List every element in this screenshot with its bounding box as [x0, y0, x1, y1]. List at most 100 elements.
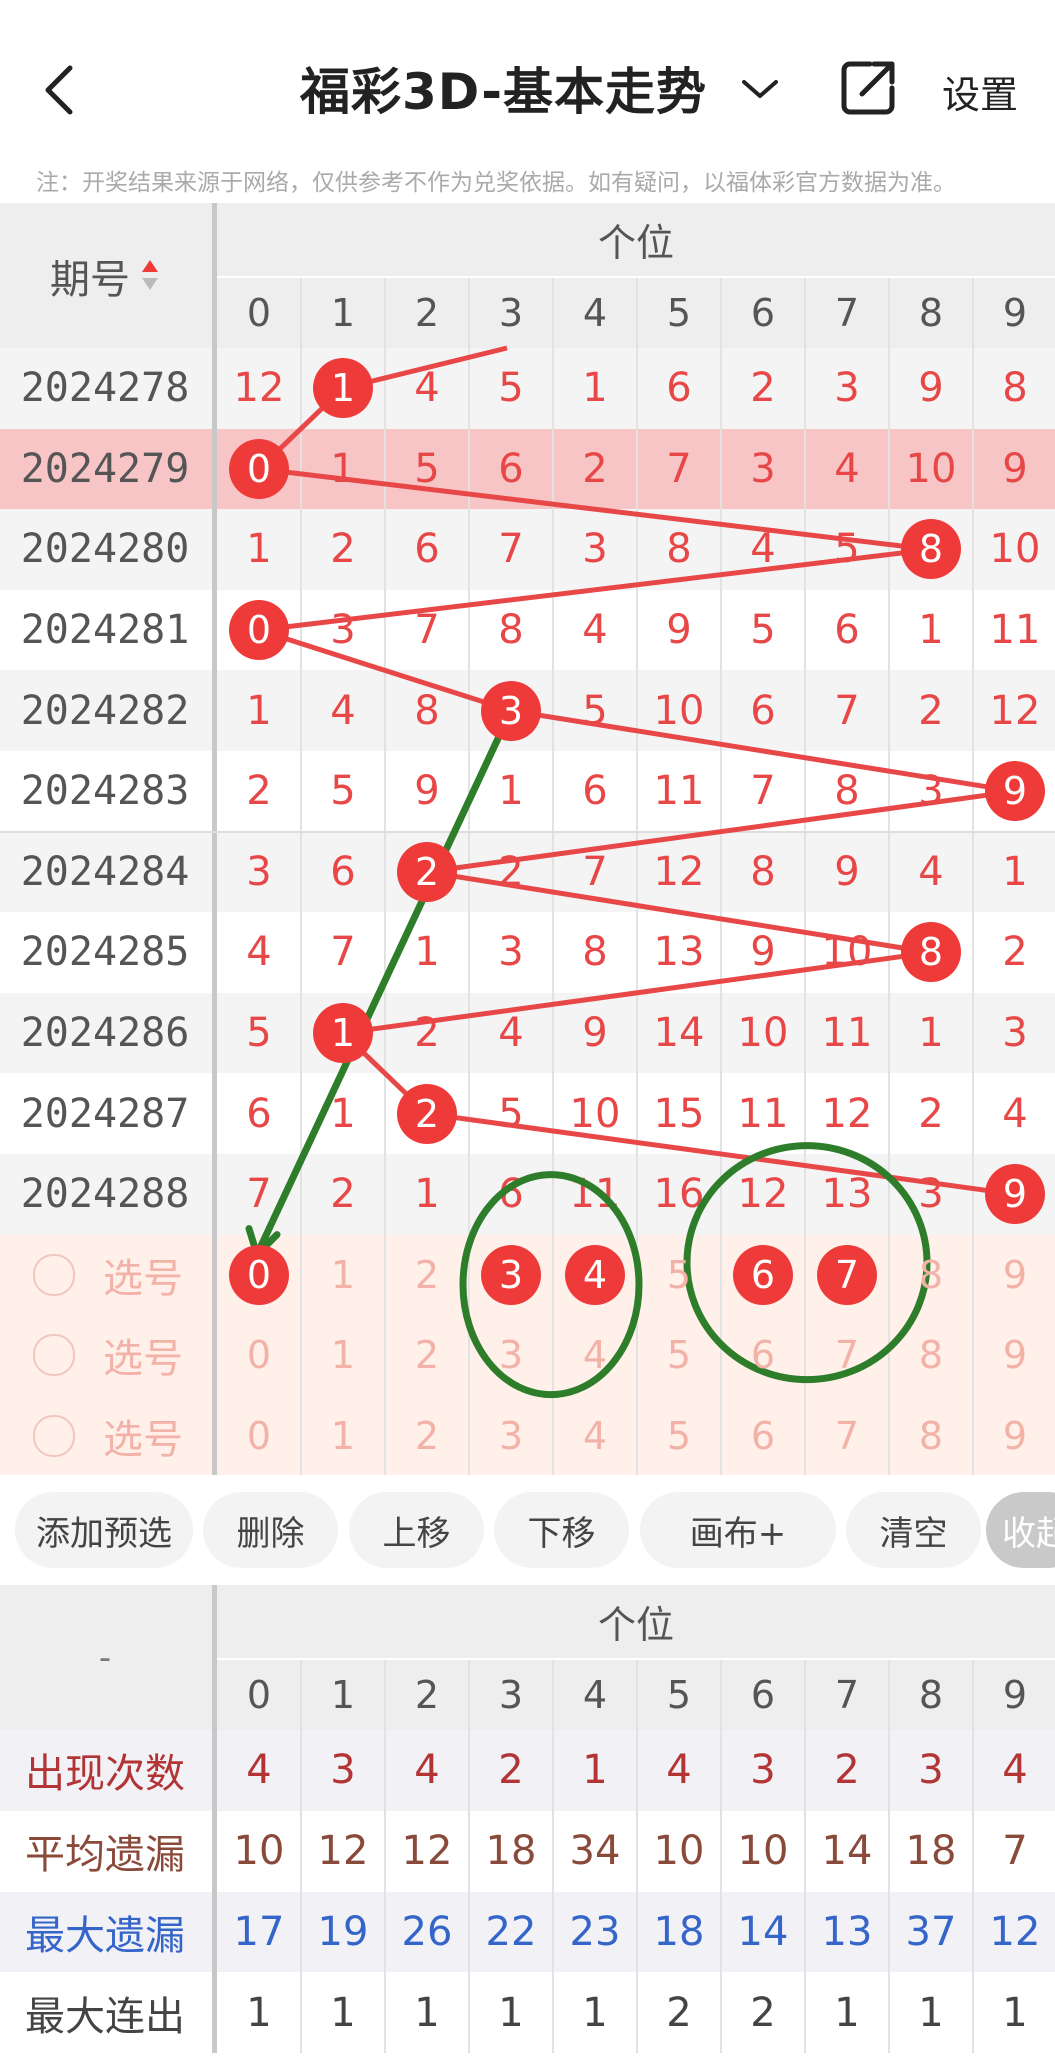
stats-value: 22 [485, 1908, 537, 1955]
pick-cell[interactable]: 2 [385, 1315, 469, 1396]
trend-cell: 3 [750, 445, 776, 492]
toolbar-button[interactable]: 画布+ [640, 1492, 836, 1568]
pick-cell[interactable]: 5 [637, 1315, 721, 1396]
stats-value: 10 [233, 1828, 285, 1875]
trend-cell: 15 [653, 1090, 705, 1137]
pick-label: 选号 [103, 1417, 183, 1464]
pick-cell[interactable]: 9 [973, 1315, 1055, 1396]
trend-cell: 4 [330, 687, 356, 734]
stats-row-label: 最大连出 [25, 1993, 185, 2040]
trend-cell: 5 [750, 607, 776, 654]
pick-cell[interactable]: 3 [469, 1396, 553, 1477]
pick-cell[interactable]: 0 [217, 1315, 301, 1396]
pick-cell[interactable]: 8 [889, 1315, 973, 1396]
pick-cell[interactable]: 7 [805, 1235, 889, 1316]
stats-column-divider [636, 1660, 638, 2054]
toolbar-button[interactable]: 删除 [203, 1492, 338, 1568]
toolbar-button[interactable]: 清空 [846, 1492, 981, 1568]
stats-digit-header: 3 [498, 1673, 524, 1717]
trend-cell: 8 [414, 687, 440, 734]
trend-cell: 2 [246, 768, 272, 815]
radio-circle-icon[interactable] [33, 1253, 75, 1296]
pick-cell[interactable]: 5 [637, 1396, 721, 1477]
stats-value: 14 [737, 1908, 789, 1955]
toolbar-button[interactable]: 添加预选 [15, 1492, 193, 1568]
winning-ball: 2 [397, 841, 457, 902]
stats-column-divider [552, 1660, 554, 2054]
toolbar-button[interactable]: 收起 [986, 1492, 1055, 1568]
pick-cell[interactable]: 4 [553, 1396, 637, 1477]
pick-cell[interactable]: 2 [385, 1396, 469, 1477]
radio-circle-icon[interactable] [33, 1334, 75, 1377]
pick-cell[interactable]: 3 [469, 1315, 553, 1396]
pick-cell[interactable]: 6 [721, 1396, 805, 1477]
trend-cell: 16 [653, 1171, 705, 1218]
toolbar-button[interactable]: 下移 [494, 1492, 629, 1568]
stats-value: 2 [666, 1989, 692, 2036]
stats-value: 1 [834, 1989, 860, 2036]
settings-button[interactable]: 设置 [942, 64, 1018, 119]
pick-row-label[interactable]: 选号 [0, 1235, 210, 1316]
stats-value: 2 [834, 1747, 860, 1794]
trend-cell: 7 [414, 607, 440, 654]
selected-ball: 6 [733, 1244, 793, 1305]
trend-cell: 7 [246, 1171, 272, 1218]
pick-cell[interactable]: 0 [217, 1396, 301, 1477]
pick-cell[interactable]: 6 [721, 1235, 805, 1316]
pick-cell[interactable]: 1 [301, 1315, 385, 1396]
period-cell: 2024287 [20, 1090, 190, 1137]
pick-cell[interactable]: 0 [217, 1235, 301, 1316]
pick-cell[interactable]: 9 [973, 1396, 1055, 1477]
trend-cell: 8 [666, 526, 692, 573]
trend-cell: 3 [330, 607, 356, 654]
pick-row-label[interactable]: 选号 [0, 1396, 210, 1477]
pick-cell[interactable]: 9 [973, 1235, 1055, 1316]
stats-value: 3 [330, 1747, 356, 1794]
pick-cell[interactable]: 7 [805, 1396, 889, 1477]
pick-cell[interactable]: 7 [805, 1315, 889, 1396]
page-title[interactable]: 福彩3D-基本走势 [300, 52, 707, 124]
trend-cell: 10 [737, 1010, 789, 1057]
trend-cell: 2 [750, 365, 776, 412]
toolbar-button[interactable]: 上移 [349, 1492, 484, 1568]
trend-cell: 9 [834, 848, 860, 895]
trend-cell: 7 [834, 687, 860, 734]
radio-circle-icon[interactable] [33, 1415, 75, 1458]
pick-cell[interactable]: 5 [637, 1235, 721, 1316]
share-icon[interactable] [840, 58, 898, 116]
stats-value: 1 [1002, 1989, 1028, 2036]
stats-column-divider [720, 1660, 722, 2054]
stats-column-divider [972, 1660, 974, 2054]
pick-cell[interactable]: 8 [889, 1396, 973, 1477]
stats-value: 1 [582, 1747, 608, 1794]
stats-digit-header: 8 [918, 1673, 944, 1717]
pick-cell[interactable]: 1 [301, 1235, 385, 1316]
trend-cell: 7 [666, 445, 692, 492]
pick-cell[interactable]: 2 [385, 1235, 469, 1316]
group-header: 个位 [597, 220, 674, 265]
trend-cell: 11 [737, 1090, 789, 1137]
stats-value: 18 [485, 1828, 537, 1875]
winner-cell: 2 [385, 832, 469, 913]
pick-cell[interactable]: 4 [553, 1235, 637, 1316]
winner-cell: 1 [301, 993, 385, 1074]
trend-cell: 12 [989, 687, 1041, 734]
period-header[interactable]: 期号 [0, 203, 210, 348]
pick-cell[interactable]: 6 [721, 1315, 805, 1396]
chevron-down-icon[interactable] [740, 74, 780, 104]
trend-cell: 2 [330, 1171, 356, 1218]
pick-cell[interactable]: 4 [553, 1315, 637, 1396]
pick-cell[interactable]: 8 [889, 1235, 973, 1316]
back-arrow-icon[interactable] [40, 60, 80, 120]
pick-cell[interactable]: 1 [301, 1396, 385, 1477]
trend-cell: 4 [834, 445, 860, 492]
trend-cell: 2 [330, 526, 356, 573]
sort-icon[interactable] [140, 256, 160, 296]
pick-row-label[interactable]: 选号 [0, 1315, 210, 1396]
trend-cell: 12 [821, 1090, 873, 1137]
period-cell: 2024280 [20, 526, 190, 573]
trend-cell: 1 [414, 1171, 440, 1218]
disclaimer-note: 注：开奖结果来源于网络，仅供参考不作为兑奖依据。如有疑问，以福体彩官方数据为准。 [36, 170, 956, 196]
stats-period-divider [212, 1585, 217, 2054]
pick-cell[interactable]: 3 [469, 1235, 553, 1316]
